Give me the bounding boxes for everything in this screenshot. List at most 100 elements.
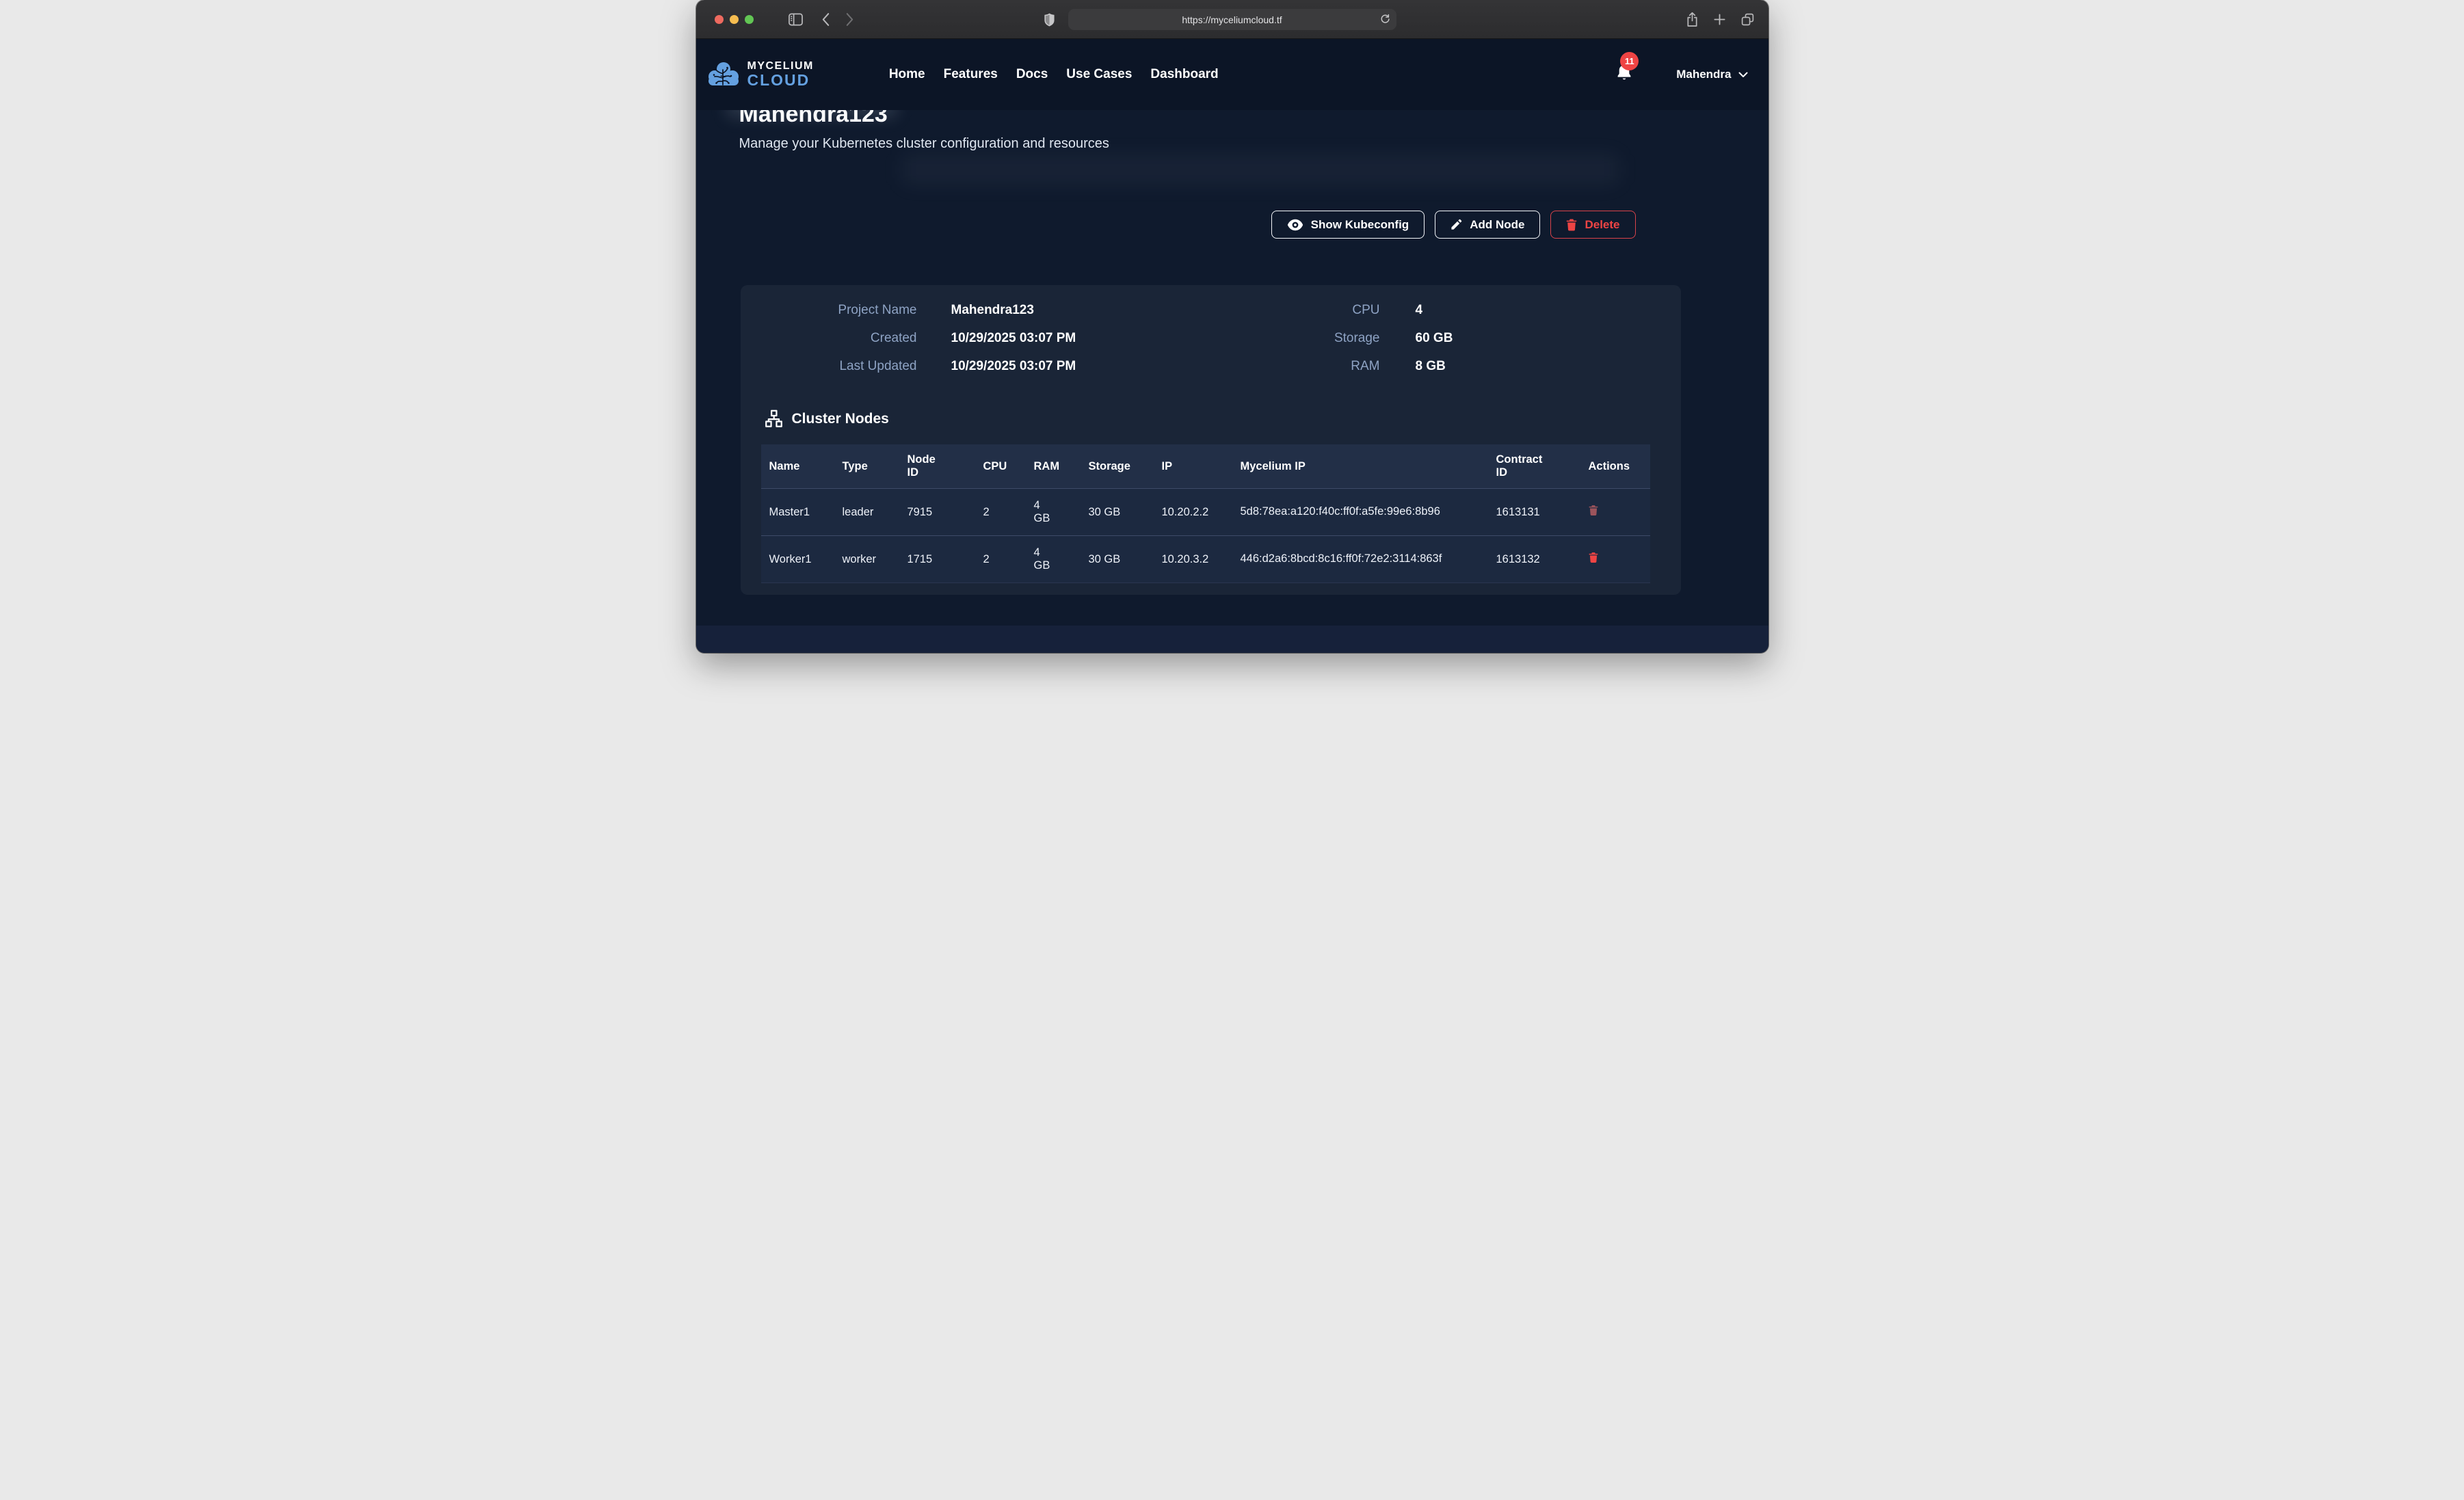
forward-icon[interactable] [845,12,854,27]
node-name: Worker1 [761,536,834,583]
site-navbar: MYCELIUM CLOUD Home Features Docs Use Ca… [696,39,1768,110]
eye-icon [1287,219,1303,231]
browser-window: https://myceliumcloud.tf [696,0,1768,653]
node-ram: 4 GB [1026,489,1081,536]
last-updated-value: 10/29/2025 03:07 PM [917,359,1134,374]
node-contract-id: 1613132 [1488,536,1580,583]
col-ip: IP [1154,444,1232,489]
nav-item-features[interactable]: Features [944,67,998,82]
storage-value: 60 GB [1380,331,1681,346]
storage-label: Storage [1134,331,1380,346]
new-tab-icon[interactable] [1713,13,1726,26]
node-id: 1715 [899,536,975,583]
project-info: Project Name Mahendra123 CPU 4 Created 1… [741,303,1681,374]
cluster-actions-toolbar: Show Kubeconfig Add Node Delete [696,211,1768,239]
node-cpu: 2 [975,489,1026,536]
main-navigation: Home Features Docs Use Cases Dashboard [889,67,1219,82]
footer-strip [696,626,1768,653]
delete-node-button[interactable] [1589,505,1598,516]
brand-logo[interactable]: MYCELIUM CLOUD [706,60,814,89]
node-cpu: 2 [975,536,1026,583]
node-type: worker [834,536,899,583]
col-mycelium-ip: Mycelium IP [1232,444,1488,489]
node-ip: 10.20.3.2 [1154,536,1232,583]
trash-icon [1589,552,1598,563]
col-name: Name [761,444,834,489]
cpu-label: CPU [1134,303,1380,318]
ram-label: RAM [1134,359,1380,374]
pencil-icon [1450,219,1462,230]
reload-icon[interactable] [1380,13,1390,25]
cluster-details-panel: Project Name Mahendra123 CPU 4 Created 1… [741,285,1681,595]
url-text: https://myceliumcloud.tf [1182,14,1282,25]
close-window-button[interactable] [715,15,724,24]
nav-item-docs[interactable]: Docs [1016,67,1048,82]
chevron-down-icon [1738,72,1748,78]
cluster-nodes-title: Cluster Nodes [792,411,889,427]
privacy-shield-icon[interactable] [1044,12,1055,27]
created-label: Created [741,331,917,346]
address-bar[interactable]: https://myceliumcloud.tf [1068,9,1396,30]
trash-icon [1589,505,1598,516]
col-storage: Storage [1081,444,1154,489]
col-cpu: CPU [975,444,1026,489]
zoom-window-button[interactable] [745,15,754,24]
mycelium-cloud-logo-icon [706,60,741,89]
sidebar-toggle-icon[interactable] [788,12,804,27]
col-contract-id: Contract ID [1488,444,1580,489]
node-type: leader [834,489,899,536]
cluster-nodes-heading: Cluster Nodes [765,410,1681,428]
node-id: 7915 [899,489,975,536]
col-ram: RAM [1026,444,1081,489]
user-menu[interactable]: Mahendra [1676,68,1747,81]
col-type: Type [834,444,899,489]
table-row: Worker1 worker 1715 2 4 GB 30 GB 10.20.3… [761,536,1650,583]
trash-icon [1566,219,1577,231]
node-storage: 30 GB [1081,489,1154,536]
node-actions [1580,536,1650,583]
notification-count-badge: 11 [1620,52,1639,70]
node-ip: 10.20.2.2 [1154,489,1232,536]
node-name: Master1 [761,489,834,536]
table-header-row: Name Type Node ID CPU RAM Storage IP Myc… [761,444,1650,489]
node-mycelium-ip: 446:d2a6:8bcd:8c16:ff0f:72e2:3114:863f [1232,536,1488,583]
col-actions: Actions [1580,444,1650,489]
brand-name-top: MYCELIUM [747,61,814,72]
delete-cluster-button[interactable]: Delete [1550,211,1635,239]
browser-chrome: https://myceliumcloud.tf [696,0,1768,39]
show-kubeconfig-button[interactable]: Show Kubeconfig [1271,211,1425,239]
add-node-button[interactable]: Add Node [1435,211,1540,239]
node-actions [1580,489,1650,536]
project-name-label: Project Name [741,303,917,318]
cluster-nodes-table: Name Type Node ID CPU RAM Storage IP Myc… [761,444,1650,583]
page-content: Mahendra123 Manage your Kubernetes clust… [696,110,1768,653]
brand-name-bottom: CLOUD [747,72,814,88]
last-updated-label: Last Updated [741,359,917,374]
share-icon[interactable] [1686,12,1699,27]
col-node-id: Node ID [899,444,975,489]
add-node-label: Add Node [1470,218,1524,232]
back-icon[interactable] [821,12,830,27]
cluster-nodes-icon [765,410,783,428]
nav-item-dashboard[interactable]: Dashboard [1150,67,1218,82]
table-row: Master1 leader 7915 2 4 GB 30 GB 10.20.2… [761,489,1650,536]
nav-item-home[interactable]: Home [889,67,925,82]
blur-artifact [901,154,1619,185]
node-ram: 4 GB [1026,536,1081,583]
notifications-button[interactable]: 11 [1616,64,1632,85]
node-contract-id: 1613131 [1488,489,1580,536]
nav-item-use-cases[interactable]: Use Cases [1066,67,1132,82]
delete-node-button[interactable] [1589,552,1598,563]
node-storage: 30 GB [1081,536,1154,583]
minimize-window-button[interactable] [730,15,739,24]
tab-overview-icon[interactable] [1740,12,1755,27]
cpu-value: 4 [1380,303,1681,318]
delete-label: Delete [1585,218,1619,232]
show-kubeconfig-label: Show Kubeconfig [1311,218,1409,232]
window-controls [715,15,754,24]
created-value: 10/29/2025 03:07 PM [917,331,1134,346]
ram-value: 8 GB [1380,359,1681,374]
page-subtitle: Manage your Kubernetes cluster configura… [739,136,1768,152]
project-name-value: Mahendra123 [917,303,1134,318]
user-name: Mahendra [1676,68,1731,81]
